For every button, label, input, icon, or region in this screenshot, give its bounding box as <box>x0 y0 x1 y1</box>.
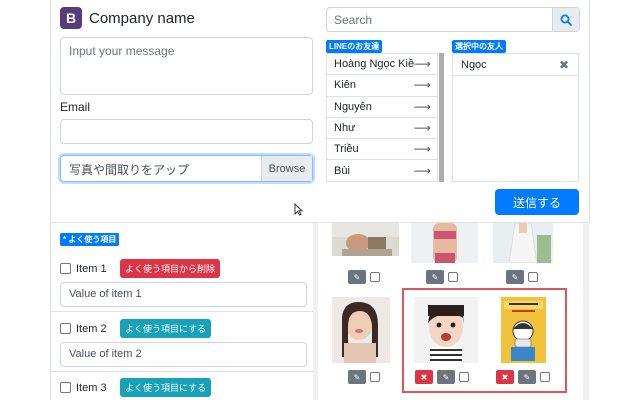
friend-item[interactable]: Triều ⟶ <box>327 139 437 161</box>
photo-toolbar: ✎ <box>506 270 538 284</box>
search-box[interactable]: Search <box>326 7 580 32</box>
arrow-right-icon[interactable]: ⟶ <box>414 78 431 92</box>
favorite-item-row: Item 1 よく使う項目から削除 <box>60 259 221 278</box>
photo-toolbar: ✎ <box>426 270 458 284</box>
photo-checkbox[interactable] <box>448 272 458 282</box>
friends-scrollbar[interactable] <box>439 53 444 182</box>
friends-scrollbar-thumb[interactable] <box>439 53 444 182</box>
photo-thumbnail[interactable] <box>411 223 478 263</box>
search-button[interactable] <box>552 8 579 31</box>
arrow-right-icon[interactable]: ⟶ <box>414 121 431 135</box>
item-checkbox[interactable] <box>60 323 71 334</box>
selected-friend-item: Ngọc ✖ <box>453 54 578 76</box>
item-value-field[interactable]: Value of item 1 <box>60 282 307 307</box>
friend-item[interactable]: Như ⟶ <box>327 118 437 140</box>
edit-pencil-icon[interactable]: ✎ <box>348 270 366 284</box>
file-upload[interactable]: 写真や間取りをアップ Browse <box>60 155 313 182</box>
arrow-right-icon[interactable]: ⟶ <box>414 164 431 178</box>
message-textarea[interactable]: Input your message <box>60 37 313 95</box>
remove-icon[interactable]: ✖ <box>559 58 569 72</box>
file-upload-placeholder: 写真や間取りをアップ <box>69 163 190 177</box>
item-name: Item 2 <box>76 322 107 335</box>
friend-name: Triều <box>334 143 359 156</box>
photo-thumbnail[interactable] <box>332 297 390 363</box>
make-favorite-button[interactable]: よく使う項目にする <box>120 319 212 338</box>
item-checkbox[interactable] <box>60 382 71 393</box>
photo-toolbar: ✎ <box>348 270 380 284</box>
item-name: Item 3 <box>76 381 107 394</box>
favorite-item-row: Item 3 よく使う項目にする <box>60 378 212 397</box>
item-checkbox[interactable] <box>60 263 71 274</box>
edit-pencil-icon[interactable]: ✎ <box>426 270 444 284</box>
selected-friend-name: Ngọc <box>461 58 487 71</box>
browse-button[interactable]: Browse <box>261 156 312 181</box>
photo-checkbox[interactable] <box>528 272 538 282</box>
friend-item[interactable]: Bùi ⟶ <box>327 160 437 181</box>
mouse-cursor-icon <box>294 203 303 216</box>
photo-toolbar: ✎ <box>348 370 380 384</box>
email-label: Email <box>60 100 91 114</box>
friend-item[interactable]: Kiên ⟶ <box>327 75 437 97</box>
search-icon <box>560 14 572 26</box>
edit-pencil-icon[interactable]: ✎ <box>506 270 524 284</box>
friends-list[interactable]: Hoàng Ngọc Kiề...⟶ Kiên⟶ Nguyễn⟶ Như⟶ Tr… <box>326 53 438 182</box>
photo-checkbox[interactable] <box>370 372 380 382</box>
remove-favorite-button[interactable]: よく使う項目から削除 <box>120 259 221 278</box>
friends-list-title: LINEのお友達 <box>326 40 383 53</box>
friend-name: Kiên <box>334 79 357 92</box>
brand[interactable]: B Company name <box>60 7 195 29</box>
arrow-right-icon[interactable]: ⟶ <box>414 57 431 71</box>
brand-name: Company name <box>89 9 195 27</box>
favorites-title: * よく使う項目 <box>60 233 120 246</box>
photo-checkbox[interactable] <box>370 272 380 282</box>
photo-thumbnail[interactable] <box>493 223 553 263</box>
search-input[interactable]: Search <box>327 8 552 31</box>
arrow-right-icon[interactable]: ⟶ <box>414 142 431 156</box>
brand-logo: B <box>60 7 82 29</box>
favorites-scrollbar[interactable] <box>313 223 318 400</box>
friend-item[interactable]: Hoàng Ngọc Kiề...⟶ <box>327 54 437 76</box>
row-divider <box>50 371 313 372</box>
item-name: Item 1 <box>76 262 107 275</box>
friend-name: Như <box>334 122 356 135</box>
send-button[interactable]: 送信する <box>495 189 579 215</box>
favorite-item-row: Item 2 よく使う項目にする <box>60 319 212 338</box>
email-field[interactable] <box>60 119 313 144</box>
selected-friends-list: Ngọc ✖ <box>452 53 579 182</box>
selection-highlight <box>402 288 567 393</box>
friend-name: Bùi <box>334 164 350 177</box>
selected-friends-title: 選択中の友人 <box>452 40 506 53</box>
arrow-right-icon[interactable]: ⟶ <box>414 100 431 114</box>
gallery-scrollbar[interactable] <box>583 223 589 400</box>
friend-item[interactable]: Nguyễn ⟶ <box>327 97 437 118</box>
edit-pencil-icon[interactable]: ✎ <box>348 370 366 384</box>
photo-thumbnail[interactable] <box>332 223 399 256</box>
friend-name: Hoàng Ngọc Kiề... <box>334 58 414 71</box>
make-favorite-button[interactable]: よく使う項目にする <box>120 378 212 397</box>
row-divider <box>50 311 313 312</box>
item-value-field[interactable]: Value of item 2 <box>60 342 307 367</box>
friend-name: Nguyễn <box>334 100 372 113</box>
